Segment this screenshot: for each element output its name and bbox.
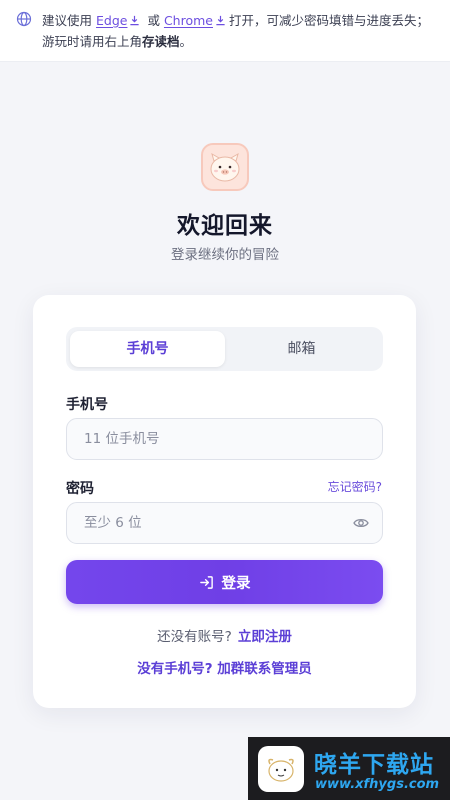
banner-text-before: 建议使用 xyxy=(42,13,93,28)
phone-placeholder: 11 位手机号 xyxy=(84,431,160,447)
page-subtitle: 登录继续你的冒险 xyxy=(171,247,279,263)
tab-phone[interactable]: 手机号 xyxy=(70,331,225,367)
site-watermark: 晓羊下载站 www.xfhygs.com xyxy=(248,737,450,800)
watermark-url: www.xfhygs.com xyxy=(315,777,440,792)
password-label: 密码 xyxy=(66,481,94,497)
login-card: 手机号 邮箱 手机号 11 位手机号 密码 忘记密码? 至少 6 位 登录 还没… xyxy=(33,295,416,708)
contact-admin-link[interactable]: 没有手机号? 加群联系管理员 xyxy=(33,657,416,677)
login-enter-icon xyxy=(199,575,213,589)
no-account-text: 还没有账号? xyxy=(157,629,232,645)
page-title: 欢迎回来 xyxy=(177,213,273,239)
forgot-password-link[interactable]: 忘记密码? xyxy=(328,478,382,495)
password-placeholder: 至少 6 位 xyxy=(84,515,142,531)
register-link[interactable]: 立即注册 xyxy=(238,629,292,645)
watermark-name: 晓羊下载站 xyxy=(314,752,434,778)
edge-link[interactable]: Edge xyxy=(96,13,127,28)
phone-input[interactable]: 11 位手机号 xyxy=(66,418,383,460)
tab-email[interactable]: 邮箱 xyxy=(224,331,379,367)
download-icon[interactable] xyxy=(215,15,226,26)
download-icon[interactable] xyxy=(129,15,140,26)
app-logo xyxy=(201,143,249,191)
login-button-label: 登录 xyxy=(221,575,251,592)
save-load-label: 存读档 xyxy=(142,34,180,49)
browser-tip-banner: 建议使用 Edge 或 Chrome 打开，可减少密码填错与进度丢失；游玩时请用右… xyxy=(0,0,450,62)
watermark-logo-icon xyxy=(258,746,304,792)
password-input[interactable]: 至少 6 位 xyxy=(66,502,383,544)
eye-icon[interactable] xyxy=(353,516,369,530)
banner-or-text: 或 xyxy=(147,13,160,28)
login-method-tabs: 手机号 邮箱 xyxy=(66,327,383,371)
globe-icon xyxy=(16,11,32,27)
chrome-link[interactable]: Chrome xyxy=(164,13,213,28)
register-prompt: 还没有账号? 立即注册 xyxy=(33,625,416,645)
login-button[interactable]: 登录 xyxy=(66,560,383,604)
phone-label: 手机号 xyxy=(66,397,108,413)
banner-text-end: 。 xyxy=(179,34,193,49)
pig-mascot-icon xyxy=(210,152,240,182)
